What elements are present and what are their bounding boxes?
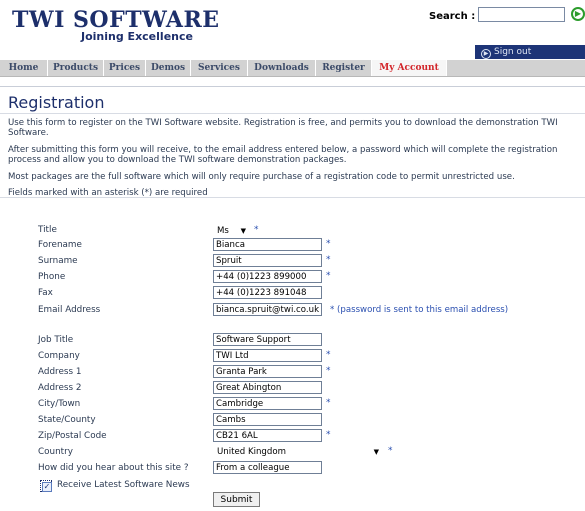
required-asterisk: * <box>388 446 393 456</box>
address1-label: Address 1 <box>38 367 82 377</box>
required-asterisk: * <box>326 239 331 249</box>
nav-register[interactable]: Register <box>316 60 372 76</box>
state-label: State/County <box>38 415 96 425</box>
surname-input[interactable] <box>213 254 322 267</box>
job-title-label: Job Title <box>38 335 74 345</box>
sign-out-label: Sign out <box>494 47 532 57</box>
nav-my-account[interactable]: My Account <box>372 60 447 76</box>
required-asterisk: * <box>326 398 331 408</box>
surname-label: Surname <box>38 256 78 266</box>
fax-label: Fax <box>38 288 53 298</box>
country-select[interactable]: United Kingdom ▼ <box>213 445 384 458</box>
logo-title: TWI SOFTWARE <box>12 7 220 33</box>
title-select[interactable]: Ms ▼ <box>213 224 251 237</box>
zip-input[interactable] <box>213 429 322 442</box>
required-asterisk: * <box>254 225 259 235</box>
hear-about-label: How did you hear about this site ? <box>38 463 189 473</box>
required-asterisk: * <box>326 350 331 360</box>
forename-label: Forename <box>38 240 82 250</box>
divider <box>0 113 585 114</box>
intro-line: Software. <box>8 128 49 138</box>
nav-services[interactable]: Services <box>191 60 248 76</box>
play-circle-icon: ▶ <box>481 49 491 59</box>
search-label: Search : <box>429 11 476 22</box>
email-note: * (password is sent to this email addres… <box>330 305 509 315</box>
phone-input[interactable] <box>213 270 322 283</box>
intro-line: After submitting this form you will rece… <box>8 145 558 155</box>
news-checkbox-label: Receive Latest Software News <box>57 480 190 490</box>
checkmark-icon: ✓ <box>42 482 52 492</box>
required-note: Fields marked with an asterisk (*) are r… <box>8 188 208 198</box>
page-title: Registration <box>8 93 105 112</box>
dropdown-arrow-icon: ▼ <box>373 448 379 456</box>
email-input[interactable] <box>213 303 322 316</box>
main-nav: Home Products Prices Demos Services Down… <box>0 60 585 77</box>
nav-prices[interactable]: Prices <box>104 60 146 76</box>
intro-line: Use this form to register on the TWI Sof… <box>8 118 558 128</box>
news-checkbox[interactable]: ✓ <box>40 480 52 492</box>
job-title-input[interactable] <box>213 333 322 346</box>
nav-downloads[interactable]: Downloads <box>248 60 316 76</box>
title-label: Title <box>38 225 57 235</box>
search-go-icon[interactable]: ▶ <box>571 7 585 21</box>
title-select-value: Ms <box>217 226 229 236</box>
forename-input[interactable] <box>213 238 322 251</box>
nav-home[interactable]: Home <box>0 60 48 76</box>
intro-line: Most packages are the full software whic… <box>8 172 515 182</box>
required-asterisk: * <box>326 366 331 376</box>
nav-products[interactable]: Products <box>48 60 104 76</box>
country-select-value: United Kingdom <box>217 447 286 457</box>
address1-input[interactable] <box>213 365 322 378</box>
country-label: Country <box>38 447 73 457</box>
hear-about-input[interactable] <box>213 461 322 474</box>
phone-label: Phone <box>38 272 66 282</box>
zip-label: Zip/Postal Code <box>38 431 107 441</box>
address2-label: Address 2 <box>38 383 82 393</box>
city-input[interactable] <box>213 397 322 410</box>
company-label: Company <box>38 351 80 361</box>
company-input[interactable] <box>213 349 322 362</box>
sign-out-button[interactable]: ▶ Sign out <box>475 45 585 59</box>
city-label: City/Town <box>38 399 81 409</box>
site-logo[interactable]: TWI SOFTWARE Joining Excellence <box>12 7 220 43</box>
address2-input[interactable] <box>213 381 322 394</box>
nav-demos[interactable]: Demos <box>146 60 191 76</box>
required-asterisk: * <box>326 271 331 281</box>
logo-tagline: Joining Excellence <box>81 30 193 43</box>
divider <box>0 86 585 87</box>
submit-button[interactable]: Submit <box>213 492 260 507</box>
fax-input[interactable] <box>213 286 322 299</box>
state-input[interactable] <box>213 413 322 426</box>
email-label: Email Address <box>38 305 101 315</box>
intro-line: process and allow you to download the TW… <box>8 155 347 165</box>
required-asterisk: * <box>326 430 331 440</box>
dropdown-arrow-icon: ▼ <box>240 227 246 235</box>
required-asterisk: * <box>326 255 331 265</box>
search-input[interactable] <box>478 7 565 22</box>
